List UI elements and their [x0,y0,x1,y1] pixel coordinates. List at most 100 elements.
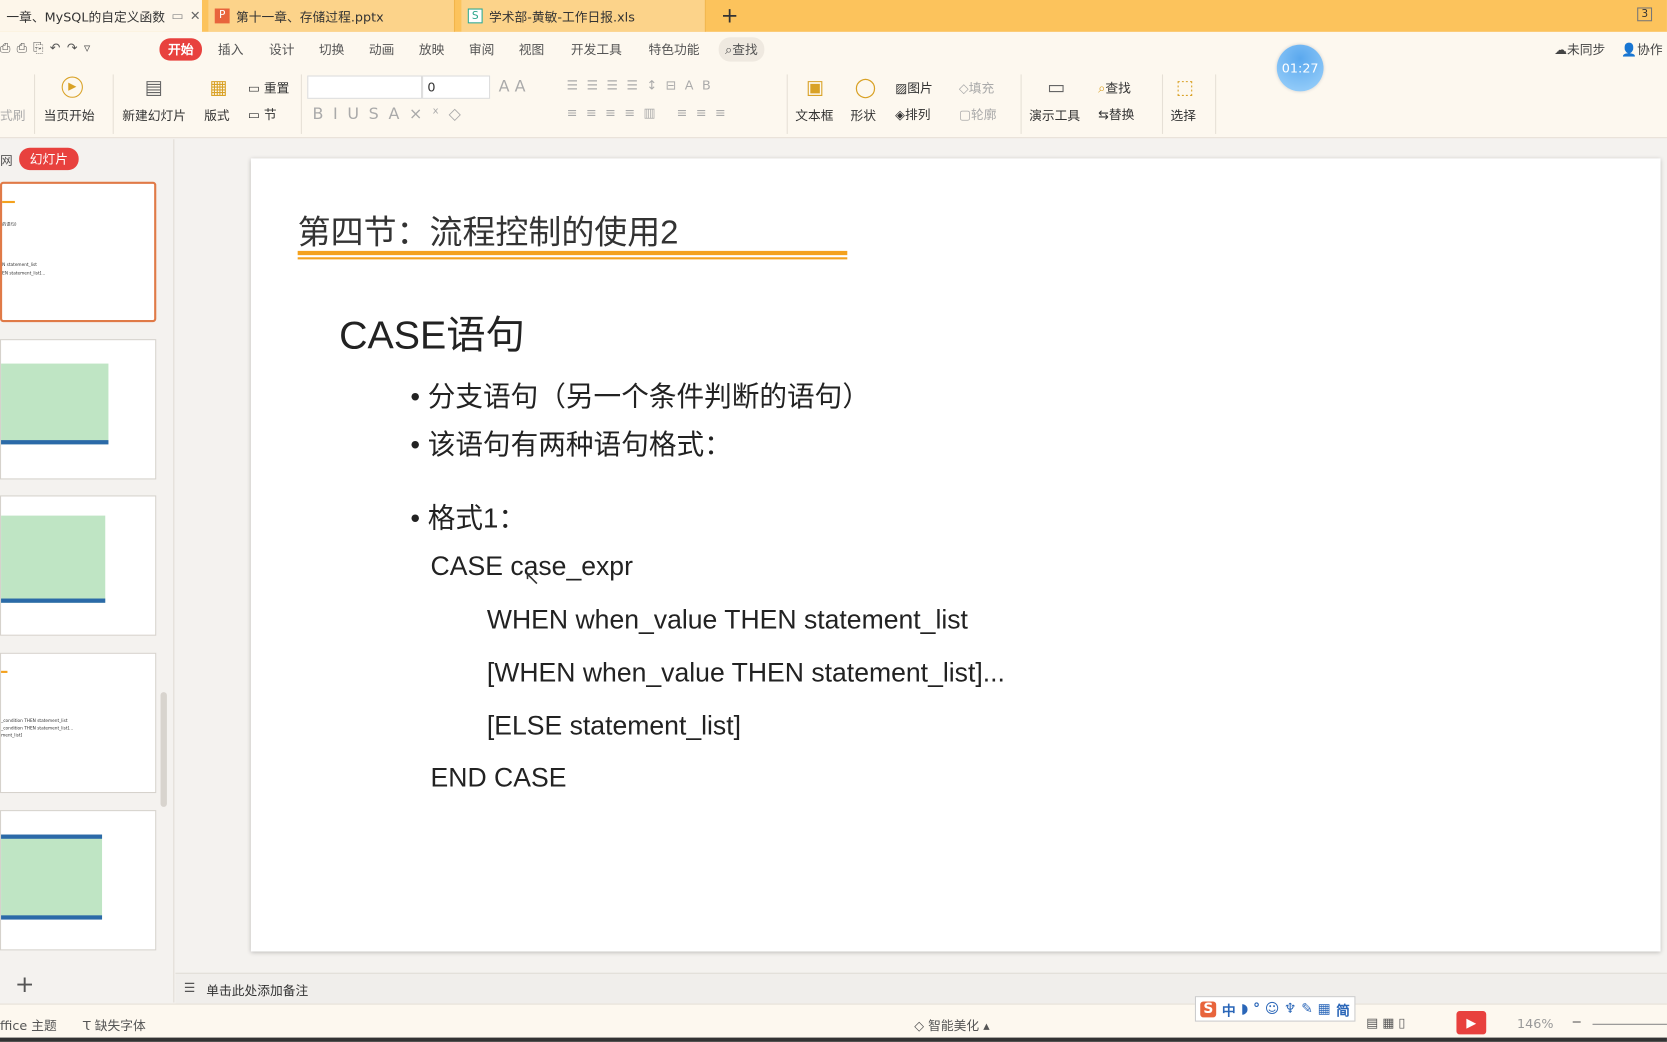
picture-button[interactable]: ▨图片 [895,79,933,97]
panel-scrollbar[interactable] [160,692,167,807]
layout-button[interactable]: 版式 [204,106,230,124]
status-bar: ffice 主题 Ꚍ 缺失字体 ◇ 智能美化 ▴ S 中 ◗ ° ☺ ♆ ✎ ▦… [0,996,1667,1042]
slide-thumbnail-4[interactable]: _condition THEN statement_list _conditio… [0,652,157,794]
slide-canvas[interactable]: 第四节：流程控制的使用2 CASE语句 • 分支语句（另一个条件判断的语句） •… [250,158,1661,952]
thumb-text: N statement_list [2,261,37,267]
font-size-select[interactable]: 0 [422,75,491,99]
new-slide-icon: ▤ [144,76,163,99]
menu-slideshow[interactable]: 放映 [419,40,445,58]
tab-label: 学术部-黄敏-工作日报.xls [489,9,635,24]
reset-button[interactable]: ▭ 重置 [248,79,290,97]
sync-status[interactable]: ☁未同步 [1554,40,1605,58]
slide-panel: 网 幻灯片 的语句) N statement_list EN statement… [0,139,175,1003]
collab-button[interactable]: 👤协作 [1621,40,1662,58]
slide-thumbnail-3[interactable] [0,495,157,636]
section-button[interactable]: ▭ 节 [248,105,277,123]
tab-pptx[interactable]: P 第十一章、存储过程.pptx [208,0,456,32]
thumb-text: _condition THEN statement_list [1,717,68,723]
add-slide-button[interactable]: + [15,972,35,999]
align-icons[interactable]: ≡≡≡≡▥ ≡≡≡ [567,105,734,120]
menu-special[interactable]: 特色功能 [648,40,699,58]
view-mode-icons[interactable]: ▤ ▦ ▯ [1366,1015,1405,1030]
timer-widget[interactable]: 01:27 [1276,44,1324,92]
taskbar-edge [0,1037,1667,1042]
text-format-icons[interactable]: BIUSA×ˣ◇ [313,104,471,123]
tab-xls[interactable]: S 学术部-黄敏-工作日报.xls [461,0,706,32]
notes-area[interactable]: ☰ 单击此处添加备注 [175,972,1667,1004]
beautify-label: 智能美化 [928,1018,980,1034]
outline-tab[interactable]: 网 [0,151,13,169]
ribbon-toolbar: 式刷 ▶ 当页开始 ▤ 新建幻灯片 ▦ 版式 ▭ 重置 ▭ 节 0 A A BI… [0,68,1667,139]
close-icon[interactable]: ✕ [190,9,201,24]
pin-icon[interactable]: ▭ [171,9,183,24]
slide-subtitle: CASE语句 [339,313,525,358]
menu-animation[interactable]: 动画 [369,40,395,58]
outline-label: 轮廓 [970,107,997,123]
fill-button[interactable]: ◇填充 [959,79,994,97]
notes-placeholder[interactable]: 单击此处添加备注 [206,981,308,999]
search-button[interactable]: ⌕查找 [718,37,765,62]
zoom-level[interactable]: 146% [1517,1016,1553,1031]
ime-mode[interactable]: 中 [1222,999,1236,1019]
menu-review[interactable]: 审阅 [469,40,495,58]
mouse-cursor-icon: ↖ [524,567,541,591]
menu-design[interactable]: 设计 [269,40,295,58]
font-name-select[interactable] [307,75,423,99]
slide-thumbnail-5[interactable] [0,810,157,951]
shape-icon: ◯ [854,76,877,99]
textbox-button[interactable]: 文本框 [795,106,833,124]
fill-label: 填充 [968,80,995,96]
paragraph-icons[interactable]: ☰☰☰☰↕⊟AB [567,78,720,93]
zoom-slider[interactable] [1592,1023,1667,1025]
bullet-3: • 格式1： [410,501,527,534]
play-icon: ▶ [61,76,83,98]
quick-access-icons[interactable]: ⎙⎙⎘↶↷▿ [0,40,97,56]
zoom-out-button[interactable]: − [1571,1014,1582,1029]
font-size-adjust-icons[interactable]: A A [499,77,526,96]
thumb-text: EN statement_list]... [2,270,46,276]
tab-label: 第十一章、存储过程.pptx [236,9,384,24]
slide-thumbnail-1[interactable]: 的语句) N statement_list EN statement_list]… [0,181,157,323]
from-current-button[interactable]: 当页开始 [44,106,95,124]
sync-label: 未同步 [1567,42,1606,58]
menu-home[interactable]: 开始 [159,38,203,61]
section-label: 节 [263,107,277,123]
tab-bar: 一章、MySQL的自定义函数 ▭ ✕ P 第十一章、存储过程.pptx S 学术… [0,0,1667,32]
code-line: END CASE [430,763,567,794]
format-brush-button[interactable]: 式刷 [0,106,26,124]
title-underline-thin [297,257,848,260]
menu-developer[interactable]: 开发工具 [571,40,622,58]
play-slideshow-button[interactable]: ▶ [1456,1011,1487,1035]
code-line: [WHEN when_value THEN statement_list]... [486,658,1005,688]
window-count-badge[interactable]: 3 [1637,7,1653,22]
beautify-button[interactable]: ◇ 智能美化 ▴ [914,1016,989,1034]
thumb-text: _condition THEN statement_list]... [1,725,74,731]
tab-mysql-functions[interactable]: 一章、MySQL的自定义函数 ▭ ✕ [0,0,202,32]
slide-title: 第四节：流程控制的使用2 [297,213,679,251]
bullet-2: • 该语句有两种语句格式： [410,428,732,461]
ime-toolbar[interactable]: S 中 ◗ ° ☺ ♆ ✎ ▦ 简 [1194,996,1356,1022]
menu-view[interactable]: 视图 [519,40,545,58]
present-tools-button[interactable]: 演示工具 [1029,106,1080,124]
replace-icon: ⇆ [1098,107,1109,123]
find-button[interactable]: ⌕查找 [1098,79,1131,97]
new-tab-button[interactable]: + [721,2,739,28]
shape-button[interactable]: 形状 [850,106,876,124]
bullet-text: 格式1： [427,501,527,534]
ime-simplified[interactable]: 简 [1336,999,1350,1019]
ppt-file-icon: P [214,8,230,24]
ime-tool-icons[interactable]: ◗ ° ☺ ♆ ✎ ▦ [1241,1001,1331,1017]
menu-insert[interactable]: 插入 [218,40,244,58]
xls-file-icon: S [467,8,483,24]
theme-label[interactable]: ffice 主题 [0,1016,57,1034]
slides-tab[interactable]: 幻灯片 [19,147,79,171]
select-button[interactable]: 选择 [1170,106,1196,124]
menu-transition[interactable]: 切换 [319,40,345,58]
missing-font-button[interactable]: Ꚍ 缺失字体 [83,1016,146,1034]
outline-button[interactable]: ▢轮廓 [959,105,997,123]
arrange-button[interactable]: ◈排列 [895,105,930,123]
search-icon: ⌕ [725,42,733,58]
slide-thumbnail-2[interactable] [0,339,157,480]
replace-button[interactable]: ⇆替换 [1098,105,1134,123]
new-slide-button[interactable]: 新建幻灯片 [122,106,186,124]
